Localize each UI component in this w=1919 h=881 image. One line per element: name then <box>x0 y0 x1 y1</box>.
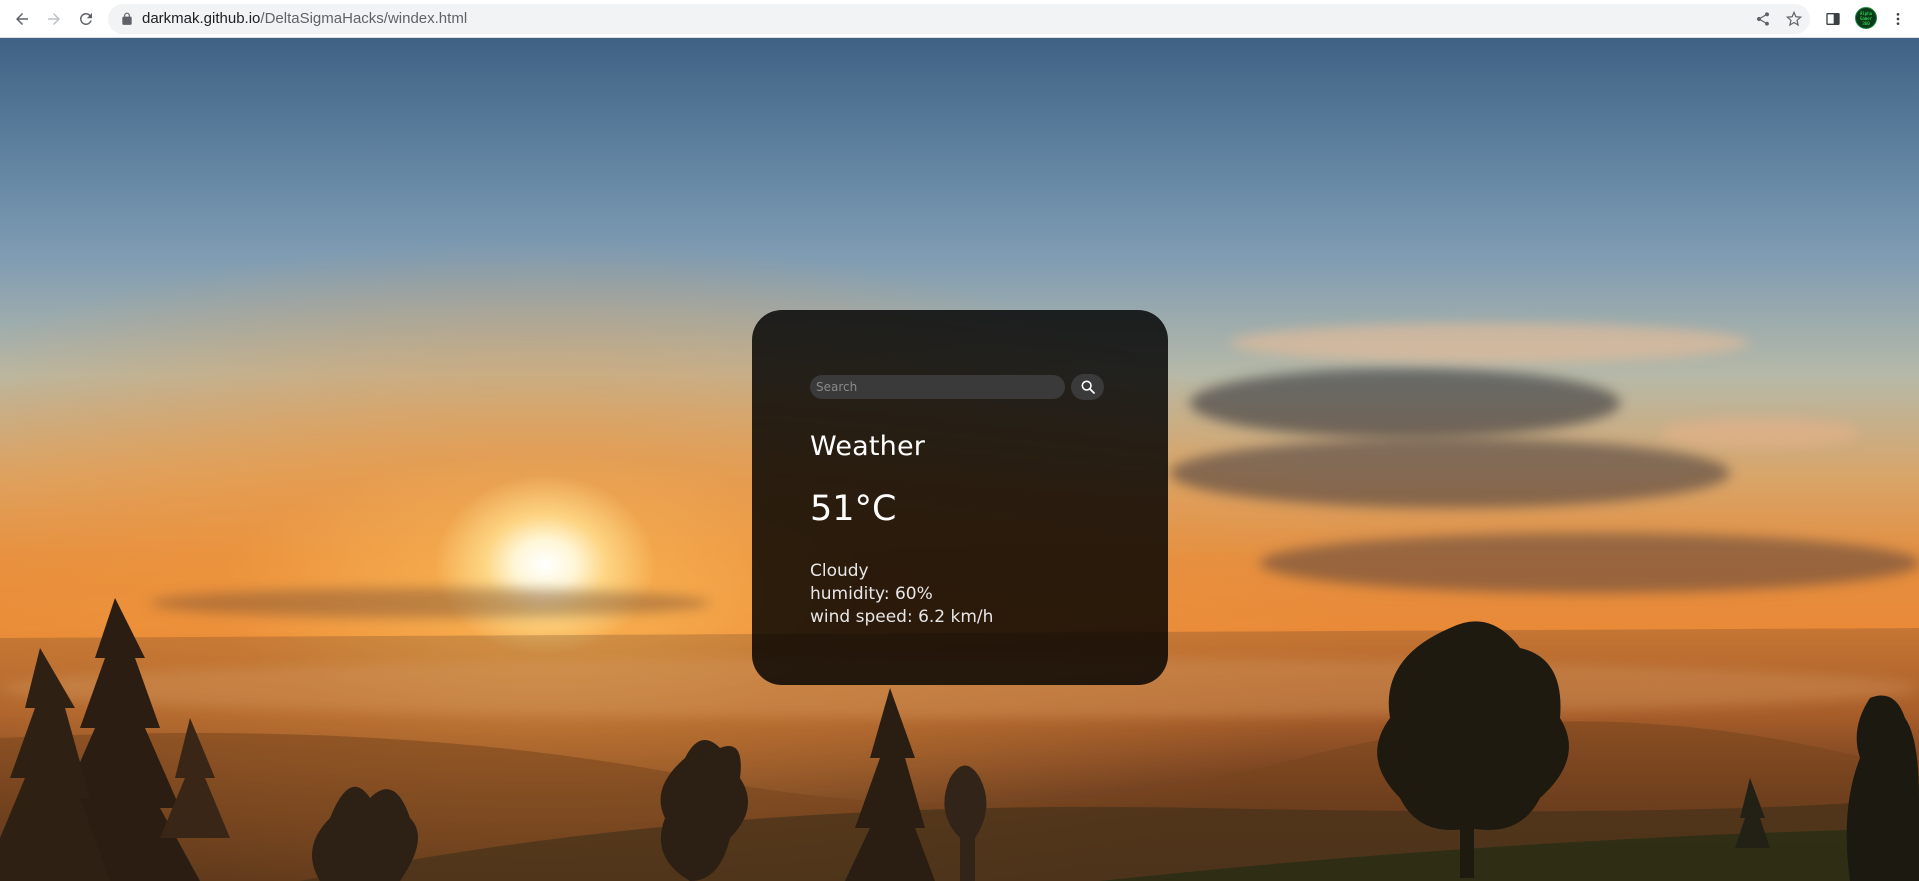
side-panel-button[interactable] <box>1822 8 1844 30</box>
back-arrow-icon <box>16 13 28 25</box>
wind-speed: wind speed: 6.2 km/h <box>810 607 994 627</box>
page-background: Weather 51°C Cloudy humidity: 60% wind s… <box>0 38 1919 881</box>
weather-card: Weather 51°C Cloudy humidity: 60% wind s… <box>752 310 1168 685</box>
lock-icon <box>122 12 132 25</box>
search-button[interactable] <box>1071 374 1104 400</box>
forward-arrow-icon <box>48 13 60 25</box>
share-icon[interactable] <box>1755 11 1771 27</box>
temperature: 51°C <box>810 489 897 529</box>
side-panel-icon <box>1826 13 1840 25</box>
weather-description: Cloudy <box>810 561 869 581</box>
reload-icon <box>80 12 92 25</box>
url-text: darkmak.github.io/DeltaSigmaHacks/windex… <box>142 10 467 28</box>
url-domain: darkmak.github.io <box>142 10 261 27</box>
reload-button[interactable] <box>74 7 98 31</box>
star-icon[interactable] <box>1786 11 1802 27</box>
menu-button[interactable] <box>1887 8 1909 30</box>
search-input[interactable] <box>810 375 1065 399</box>
back-button[interactable] <box>10 7 34 31</box>
humidity: humidity: 60% <box>810 584 933 604</box>
url-path: /DeltaSigmaHacks/windex.html <box>260 10 468 27</box>
kebab-menu-icon <box>1896 13 1900 25</box>
address-bar[interactable]: darkmak.github.io/DeltaSigmaHacks/windex… <box>108 4 1810 34</box>
browser-toolbar: darkmak.github.io/DeltaSigmaHacks/windex… <box>0 0 1919 38</box>
search-icon <box>1081 380 1095 394</box>
forward-button[interactable] <box>42 7 66 31</box>
profile-avatar[interactable]: Alpha Gamer 360 <box>1855 7 1877 29</box>
weather-title: Weather <box>810 431 926 462</box>
